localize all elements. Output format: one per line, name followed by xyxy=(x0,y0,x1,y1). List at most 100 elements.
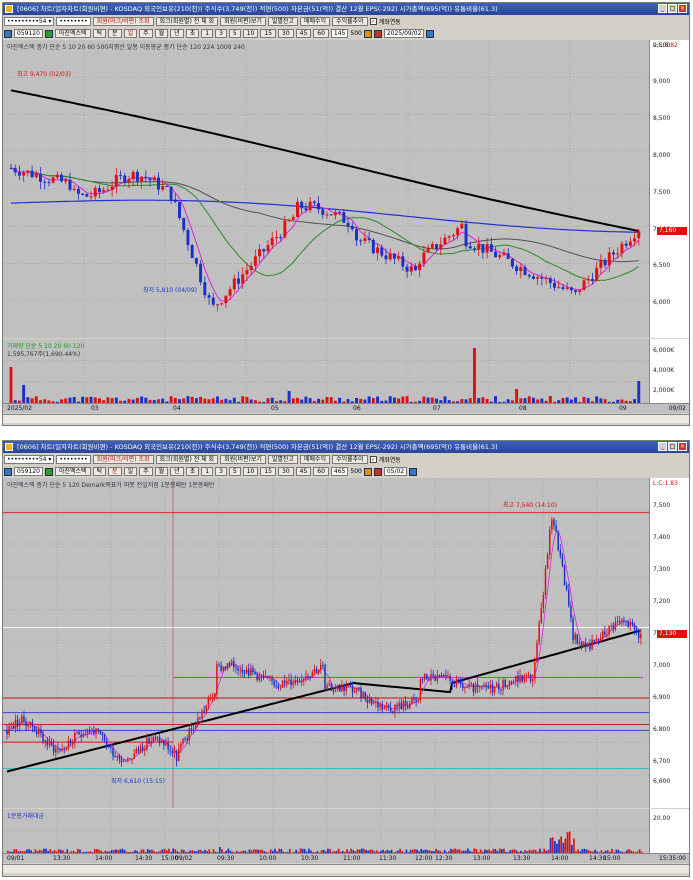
horizontal-scrollbar[interactable] xyxy=(3,414,689,423)
account-select[interactable]: •••••••••54 ▾ xyxy=(4,455,55,464)
maximize-icon[interactable]: □ xyxy=(668,4,677,13)
period-month[interactable]: 월 xyxy=(154,467,169,476)
account-link-checkbox[interactable]: ✓ xyxy=(369,456,377,463)
minute-1[interactable]: 1 xyxy=(201,29,214,38)
period-minute[interactable]: 분 xyxy=(108,29,122,38)
candle xyxy=(74,733,76,743)
calendar-icon[interactable] xyxy=(409,467,418,476)
candle xyxy=(203,710,205,712)
save-icon[interactable] xyxy=(373,467,382,476)
period-week[interactable]: 주 xyxy=(139,467,153,476)
candle xyxy=(60,174,64,182)
minute-1[interactable]: 1 xyxy=(201,467,214,476)
minimize-icon[interactable]: _ xyxy=(658,4,667,13)
daily-balance-button[interactable]: 일별잔고 xyxy=(267,455,298,464)
account-link-checkbox[interactable]: ✓ xyxy=(369,18,377,25)
candle xyxy=(633,624,636,630)
minute-60[interactable]: 60 xyxy=(313,29,329,38)
candle xyxy=(13,167,17,173)
close-icon[interactable]: × xyxy=(678,4,687,13)
minute-45[interactable]: 45 xyxy=(295,29,312,38)
candle xyxy=(245,270,249,275)
candle xyxy=(103,735,106,742)
trade-profit-button[interactable]: 매매수익 xyxy=(299,455,331,464)
period-tick[interactable]: 틱 xyxy=(92,29,107,38)
volume-tick-label: 4,000K xyxy=(653,367,675,374)
date-input[interactable]: 05/02 xyxy=(383,467,408,476)
period-second[interactable]: 초 xyxy=(185,29,200,38)
broker-button[interactable]: 회크(회원별) 전 체 회 xyxy=(155,17,219,26)
minute-3[interactable]: 3 xyxy=(215,467,227,476)
candle xyxy=(18,722,21,726)
period-day[interactable]: 일 xyxy=(123,29,138,38)
minute-10[interactable]: 10 xyxy=(242,29,259,38)
period-week[interactable]: 주 xyxy=(139,29,153,38)
minute-3[interactable]: 3 xyxy=(215,29,227,38)
x-tick-label: 13:00 xyxy=(473,855,491,862)
close-icon[interactable]: × xyxy=(678,442,687,451)
save-icon[interactable] xyxy=(373,29,382,38)
minute-15[interactable]: 15 xyxy=(260,29,276,38)
password-field[interactable]: •••••••• xyxy=(56,17,91,26)
search-icon[interactable] xyxy=(44,467,53,476)
period-day[interactable]: 일 xyxy=(123,467,138,476)
candle xyxy=(205,704,208,712)
period-minute[interactable]: 분 xyxy=(108,467,122,476)
candle xyxy=(455,679,458,687)
volume-chart-area[interactable]: 거래량 단순 5 10 20 60 120 1,595,767주(1,690.4… xyxy=(3,339,651,403)
search-icon[interactable] xyxy=(44,29,53,38)
period-month[interactable]: 월 xyxy=(154,29,169,38)
minute-5[interactable]: 5 xyxy=(228,467,241,476)
daily-balance-button[interactable]: 일별잔고 xyxy=(267,17,298,26)
candle xyxy=(460,223,464,229)
profit-trend-button[interactable]: 수익률추이 xyxy=(332,17,368,26)
count-input[interactable]: 145 xyxy=(330,29,349,38)
stock-code-input[interactable]: 059120 xyxy=(14,467,43,476)
minimize-icon[interactable]: _ xyxy=(658,442,667,451)
minute-60[interactable]: 60 xyxy=(313,467,329,476)
minute-10[interactable]: 10 xyxy=(242,467,259,476)
calendar-icon[interactable] xyxy=(426,29,435,38)
period-tick[interactable]: 틱 xyxy=(92,467,107,476)
view-button[interactable]: 회원(비편)보기 xyxy=(220,455,266,464)
count-input[interactable]: 465 xyxy=(330,467,349,476)
view-button[interactable]: 회원(비편)보기 xyxy=(220,17,266,26)
trade-profit-button[interactable]: 매매수익 xyxy=(299,17,331,26)
tools-icon[interactable] xyxy=(363,29,372,38)
horizontal-scrollbar[interactable] xyxy=(3,864,689,873)
profit-trend-button[interactable]: 수익률추이 xyxy=(332,455,368,464)
volume-tick-label: 2,000K xyxy=(653,387,675,394)
period-year[interactable]: 년 xyxy=(170,467,184,476)
member-button[interactable]: 회원(마크/비편) 조회 xyxy=(92,455,154,464)
account-select[interactable]: •••••••••54 ▾ xyxy=(4,17,55,26)
stock-name-field[interactable]: 아진엑스텍 xyxy=(54,29,91,38)
stock-code-input[interactable]: 059120 xyxy=(14,29,43,38)
candle xyxy=(565,287,569,289)
candle xyxy=(451,234,455,237)
stock-name-field[interactable]: 아진엑스텍 xyxy=(54,467,91,476)
minute-15[interactable]: 15 xyxy=(260,467,276,476)
broker-button[interactable]: 회크(회원별) 전 체 회 xyxy=(155,455,219,464)
price-chart-area[interactable]: 아진엑스텍 종가 단순 5 120 Demark목표가 피봇 전일저점 1분봉패… xyxy=(3,478,651,808)
minute-30[interactable]: 30 xyxy=(278,467,294,476)
volume-tick-label: 20.00 xyxy=(653,815,671,822)
toolbar-row-1: •••••••••54 ▾ •••••••• 회원(마크/비편) 조회 회크(회… xyxy=(4,16,688,27)
account-link-label: 계좌연동 xyxy=(378,457,401,464)
period-year[interactable]: 년 xyxy=(170,29,184,38)
candle xyxy=(398,702,400,707)
chart-icon[interactable] xyxy=(4,29,12,38)
minute-30[interactable]: 30 xyxy=(278,29,294,38)
member-button[interactable]: 회원(마크/비편) 조회 xyxy=(92,17,154,26)
price-chart-area[interactable]: 아진엑스텍 종가 단순 5 10 20 60 500지평선 일봉 이동평균 종가… xyxy=(3,40,651,338)
tools-icon[interactable] xyxy=(363,467,372,476)
minute-45[interactable]: 45 xyxy=(295,467,312,476)
minute-5[interactable]: 5 xyxy=(228,29,241,38)
date-input[interactable]: 2025/09/02 xyxy=(383,29,425,38)
candle xyxy=(498,255,502,258)
period-second[interactable]: 초 xyxy=(185,467,200,476)
volume-chart-area[interactable]: 1분봉거래대금 xyxy=(3,809,651,853)
password-field[interactable]: •••••••• xyxy=(56,455,91,464)
chart-icon[interactable] xyxy=(4,467,12,476)
maximize-icon[interactable]: □ xyxy=(668,442,677,451)
candle xyxy=(468,683,470,687)
